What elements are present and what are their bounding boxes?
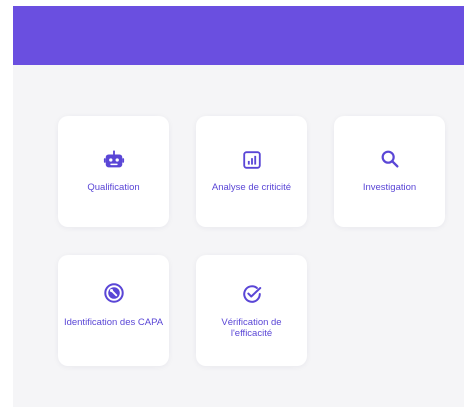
card-qualification[interactable]: Qualification — [58, 116, 169, 227]
card-verification-efficacite[interactable]: Vérification de l'efficacité — [196, 255, 307, 366]
search-icon — [379, 148, 401, 170]
card-analyse-criticite[interactable]: Analyse de criticité — [196, 116, 307, 227]
robot-icon — [103, 149, 125, 171]
app-window: Qualification Analyse de criticité Inves… — [13, 6, 464, 407]
card-label: Investigation — [362, 182, 417, 193]
card-identification-capa[interactable]: Identification des CAPA — [58, 255, 169, 366]
check-circle-icon — [241, 283, 263, 305]
card-label: Analyse de criticité — [211, 182, 292, 193]
card-investigation[interactable]: Investigation — [334, 116, 445, 227]
card-label: Vérification de l'efficacité — [221, 317, 282, 339]
card-label: Qualification — [87, 182, 140, 193]
bar-chart-icon — [241, 149, 263, 171]
card-label: Identification des CAPA — [63, 317, 164, 328]
wrench-icon — [103, 282, 125, 304]
top-bar — [13, 6, 464, 65]
